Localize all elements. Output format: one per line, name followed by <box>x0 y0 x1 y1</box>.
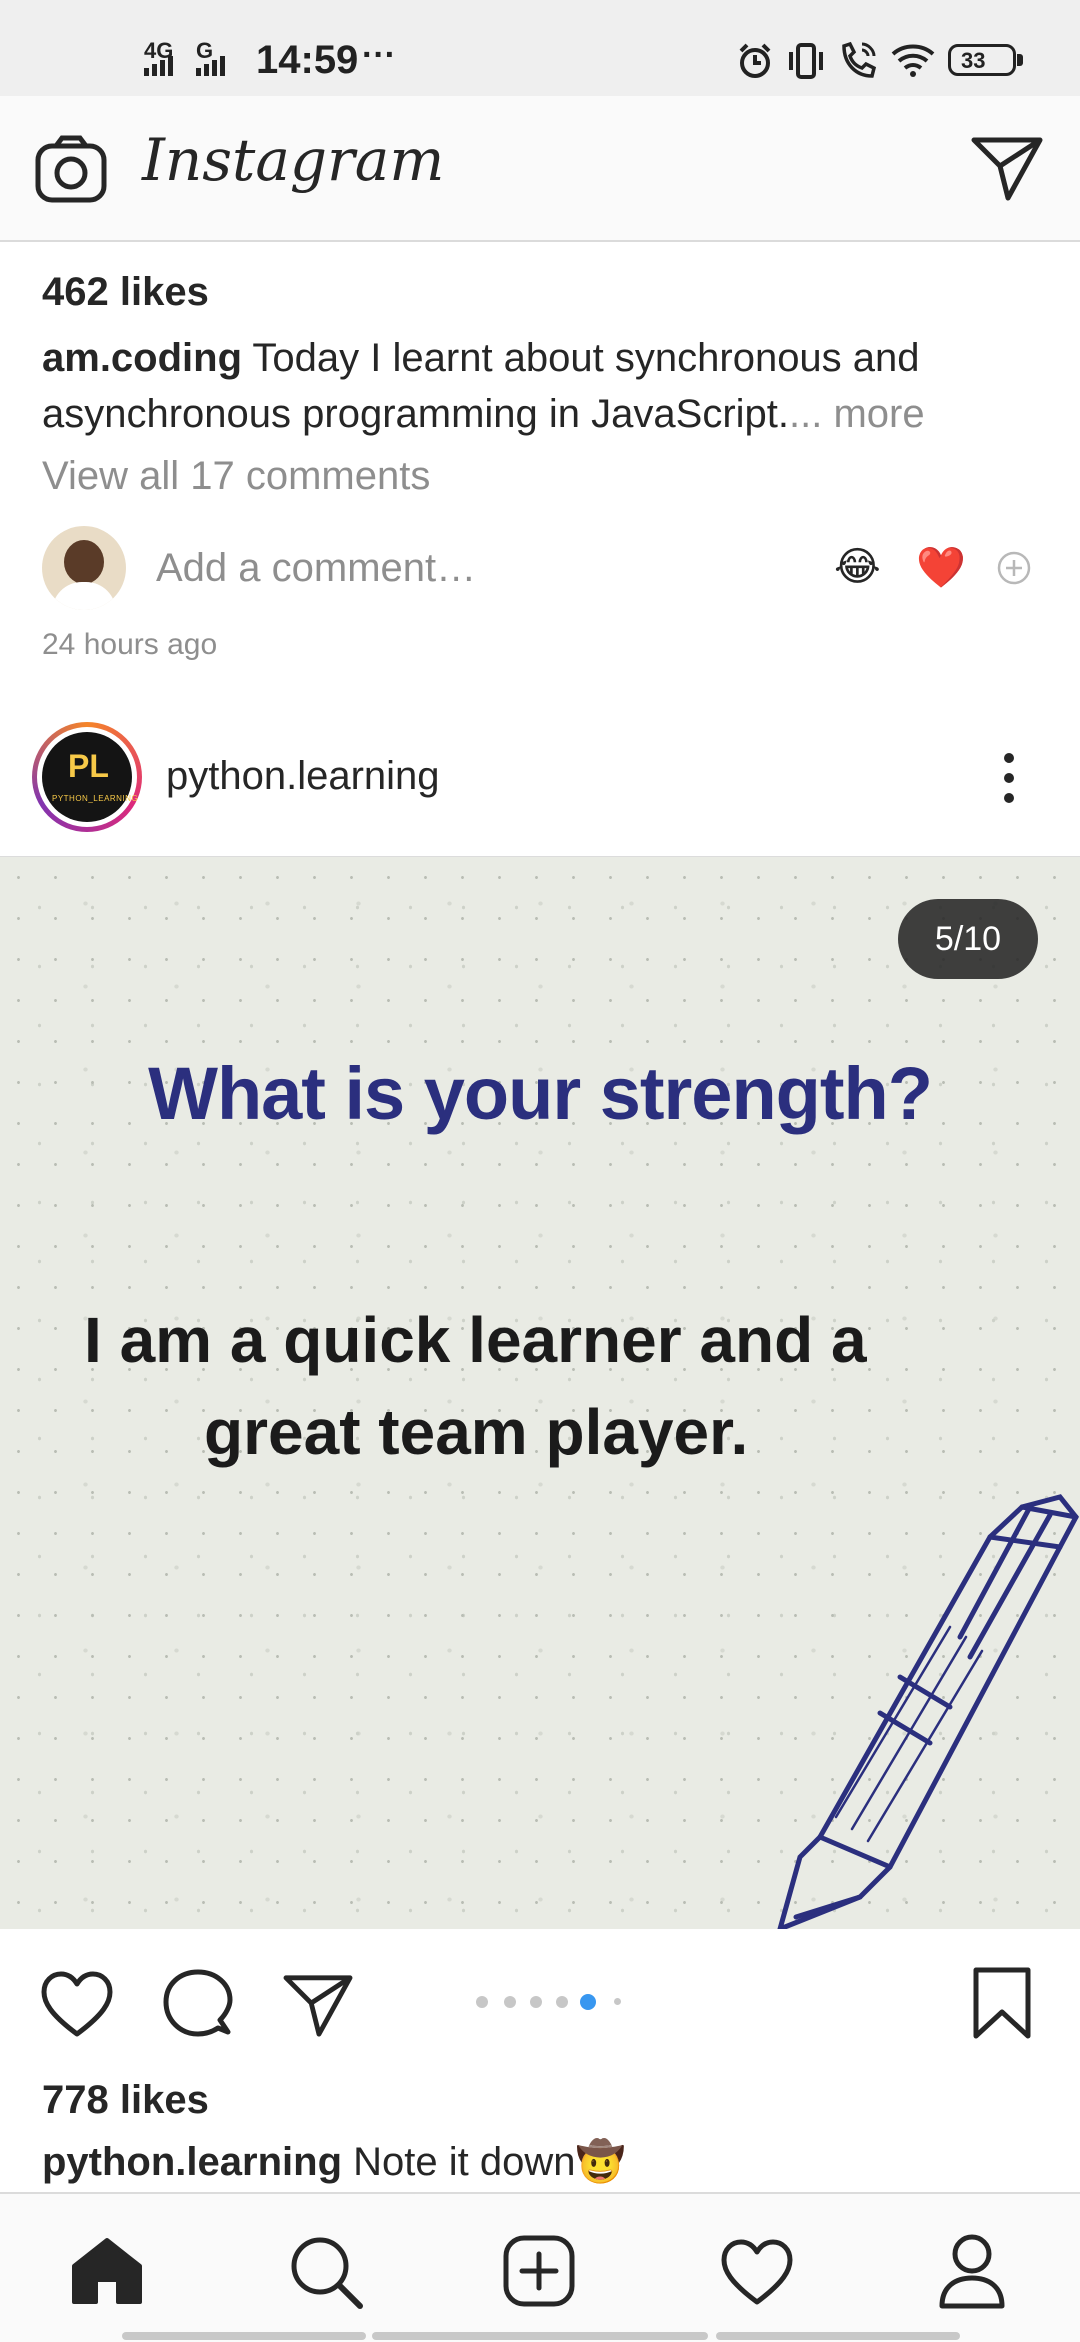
avatar-shirt <box>52 582 116 610</box>
quick-emoji-heart[interactable]: ❤️ <box>916 544 966 591</box>
carousel-dot-active <box>580 1994 596 2010</box>
add-comment-input[interactable]: Add a comment… <box>156 546 476 591</box>
post-1-view-comments-link[interactable]: View all 17 comments <box>42 454 430 499</box>
avatar-initials: PL <box>68 748 109 784</box>
post-1-caption-username[interactable]: am.coding <box>42 336 242 380</box>
post-1-timestamp: 24 hours ago <box>42 628 218 661</box>
like-icon[interactable] <box>40 1970 114 2038</box>
quick-emoji-laugh[interactable]: 😂 <box>834 544 881 590</box>
status-more: ··· <box>362 36 396 74</box>
carousel-dot <box>614 1998 621 2005</box>
camera-icon[interactable] <box>34 134 108 204</box>
app-logo-title: Instagram <box>142 126 445 194</box>
save-icon[interactable] <box>972 1966 1032 2040</box>
activity-icon[interactable] <box>720 2238 794 2306</box>
carousel-dot <box>530 1996 542 2008</box>
search-icon[interactable] <box>288 2234 364 2310</box>
post-2-caption-username[interactable]: python.learning <box>42 2140 342 2184</box>
pen-illustration <box>777 1494 1079 1929</box>
more-options-icon[interactable] <box>996 750 1022 806</box>
post-1-likes[interactable]: 462 likes <box>42 270 209 315</box>
carousel-dot <box>556 1996 568 2008</box>
carousel-dot <box>476 1996 488 2008</box>
image-text-line-2: great team player. <box>204 1396 749 1468</box>
home-icon[interactable] <box>70 2236 144 2306</box>
bottom-nav <box>0 2192 1080 2342</box>
post-2-avatar: PL PYTHON_LEARNING <box>42 732 138 822</box>
add-emoji-icon[interactable] <box>996 550 1032 586</box>
post-2-likes[interactable]: 778 likes <box>42 2078 209 2123</box>
battery-icon: 33 <box>948 44 1016 76</box>
direct-message-icon[interactable] <box>970 134 1044 202</box>
wifi-icon <box>891 44 935 77</box>
avatar-face <box>64 540 104 584</box>
vibrate-icon <box>789 43 823 79</box>
current-user-avatar[interactable] <box>42 526 126 610</box>
share-icon[interactable] <box>282 1972 354 2038</box>
avatar-caption: PYTHON_LEARNING <box>52 794 139 803</box>
wifi-calling-icon <box>842 41 877 78</box>
gesture-bar-segment <box>122 2332 366 2340</box>
post-2-caption: python.learning Note it down🤠 <box>42 2138 625 2185</box>
post-1-caption: am.coding Today I learnt about synchrono… <box>42 330 1042 442</box>
profile-icon[interactable] <box>936 2232 1008 2310</box>
alarm-icon <box>739 43 771 78</box>
post-2-image[interactable]: 5/10 What is your strength? I am a quick… <box>0 856 1080 1929</box>
signal-bars-icon <box>196 56 225 76</box>
image-text-line-1: I am a quick learner and a <box>84 1304 867 1376</box>
battery-level: 33 <box>961 48 986 73</box>
post-2-caption-text: Note it down🤠 <box>353 2140 626 2184</box>
post-2-avatar-ring[interactable]: PL PYTHON_LEARNING <box>32 722 142 832</box>
carousel-dot <box>504 1996 516 2008</box>
app-header: Instagram <box>0 96 1080 242</box>
status-bar: 4G G 14:59 ··· 33 <box>0 0 1080 96</box>
gesture-bar-segment <box>716 2332 960 2340</box>
signal-bars-icon <box>144 56 173 76</box>
carousel-counter: 5/10 <box>898 899 1038 979</box>
comment-icon[interactable] <box>162 1968 234 2040</box>
battery-tip <box>1017 54 1023 66</box>
gesture-bar-segment <box>372 2332 708 2340</box>
status-time: 14:59 <box>256 38 359 82</box>
post-2-username[interactable]: python.learning <box>166 754 440 799</box>
new-post-icon[interactable] <box>502 2234 576 2308</box>
post-1-more-link[interactable]: ... more <box>789 392 925 436</box>
image-heading: What is your strength? <box>148 1052 933 1135</box>
